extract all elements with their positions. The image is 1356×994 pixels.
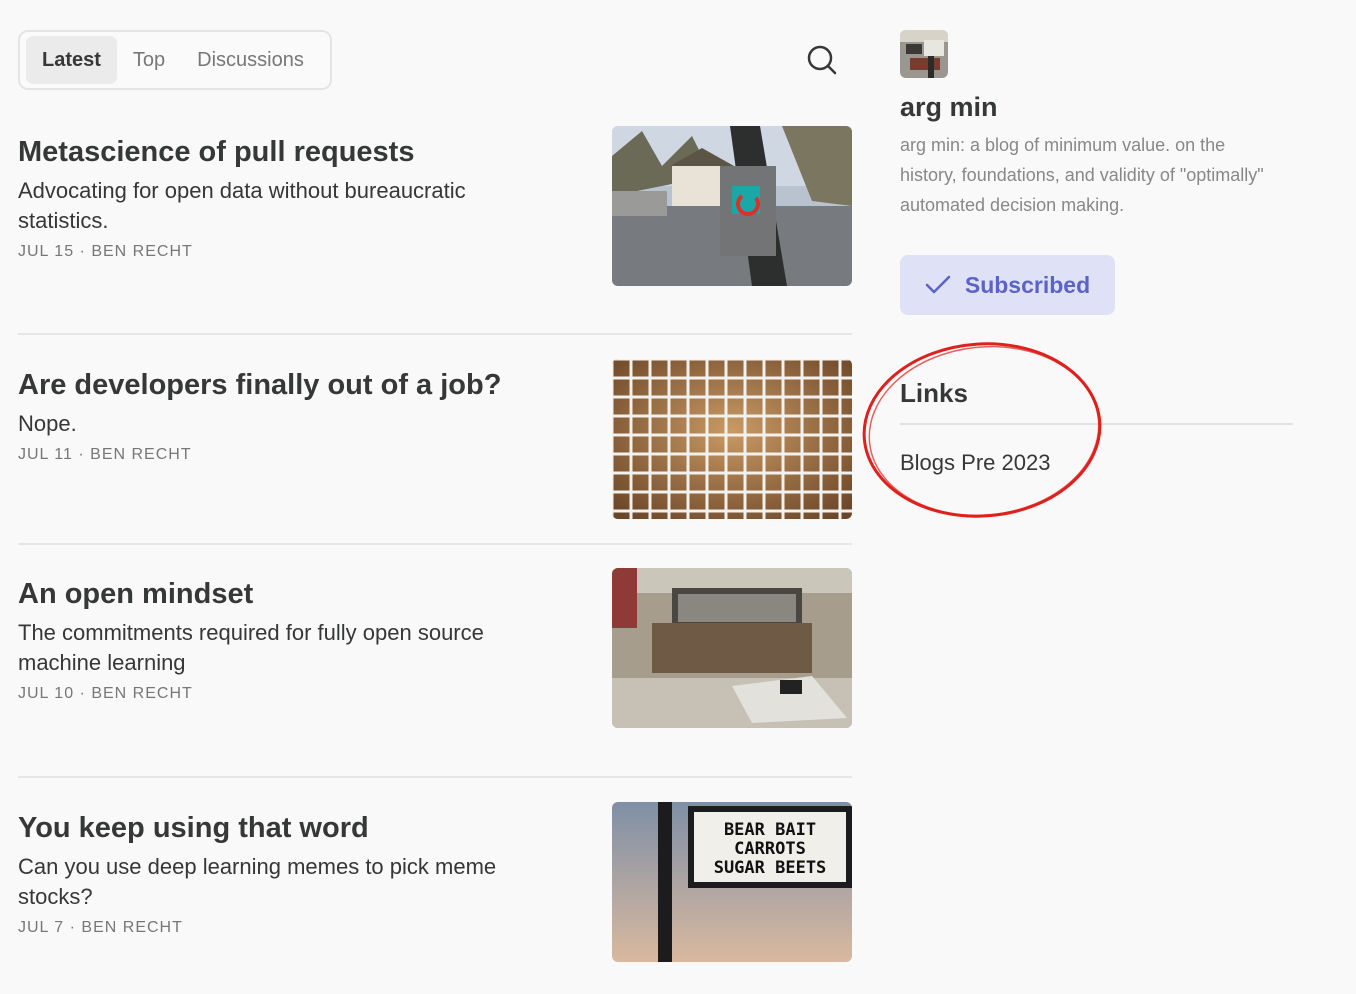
sign-board-photo: BEAR BAIT CARROTS SUGAR BEETS (612, 802, 852, 962)
post-title[interactable]: An open mindset (18, 574, 598, 614)
post-divider (18, 776, 852, 778)
search-icon (807, 45, 837, 75)
tab-top[interactable]: Top (117, 36, 181, 84)
loading-dock-photo (612, 568, 852, 728)
post-divider (18, 543, 852, 545)
post-thumbnail[interactable] (612, 568, 852, 728)
post-meta: JUL 15 · BEN RECHT (18, 243, 193, 260)
publication-avatar[interactable] (900, 30, 948, 78)
post-author[interactable]: BEN RECHT (81, 919, 182, 936)
post-sort-tabs: Latest Top Discussions (18, 30, 332, 90)
post-subtitle: Can you use deep learning memes to pick … (18, 854, 497, 909)
post-meta: JUL 11 · BEN RECHT (18, 446, 192, 463)
tab-discussions[interactable]: Discussions (181, 36, 320, 84)
post-item[interactable]: Metascience of pull requests Advocating … (18, 126, 852, 292)
post-meta: JUL 7 · BEN RECHT (18, 919, 183, 936)
post-author[interactable]: BEN RECHT (90, 446, 191, 463)
post-divider (18, 333, 852, 335)
post-author[interactable]: BEN RECHT (91, 243, 192, 260)
search-button[interactable] (804, 42, 840, 78)
post-title[interactable]: Metascience of pull requests (18, 132, 598, 172)
post-item[interactable]: Are developers finally out of a job? Nop… (18, 359, 852, 525)
sign-line-3: SUGAR BEETS (714, 858, 827, 878)
post-meta: JUL 10 · BEN RECHT (18, 685, 193, 702)
grid-fence-photo (612, 359, 852, 519)
tab-latest[interactable]: Latest (26, 36, 117, 84)
post-author[interactable]: BEN RECHT (91, 685, 192, 702)
publication-description: arg min: a blog of minimum value. on the… (900, 135, 1264, 215)
post-thumbnail[interactable] (612, 359, 852, 519)
post-subtitle: Nope. (18, 411, 77, 436)
post-item[interactable]: You keep using that word Can you use dee… (18, 802, 852, 968)
post-title[interactable]: You keep using that word (18, 808, 598, 848)
post-date: JUL 11 (18, 446, 73, 463)
post-thumbnail[interactable] (612, 126, 852, 286)
check-icon (925, 275, 951, 294)
post-subtitle: Advocating for open data without bureauc… (18, 178, 466, 233)
post-date: JUL 7 (18, 919, 65, 936)
post-date: JUL 10 (18, 685, 75, 702)
post-date: JUL 15 (18, 243, 75, 260)
post-item[interactable]: An open mindset The commitments required… (18, 568, 852, 734)
post-subtitle: The commitments required for fully open … (18, 620, 484, 675)
avatar-image (900, 30, 948, 78)
post-title[interactable]: Are developers finally out of a job? (18, 365, 598, 405)
sign-line-1: BEAR BAIT (724, 820, 816, 840)
post-thumbnail[interactable]: BEAR BAIT CARROTS SUGAR BEETS (612, 802, 852, 962)
publication-name[interactable]: arg min (900, 92, 998, 123)
red-annotation-circle (862, 342, 1102, 518)
sign-line-2: CARROTS (734, 839, 806, 859)
subscribed-button[interactable]: Subscribed (900, 255, 1115, 315)
traffic-sign-photo (612, 126, 852, 286)
subscribed-label: Subscribed (964, 271, 1091, 298)
